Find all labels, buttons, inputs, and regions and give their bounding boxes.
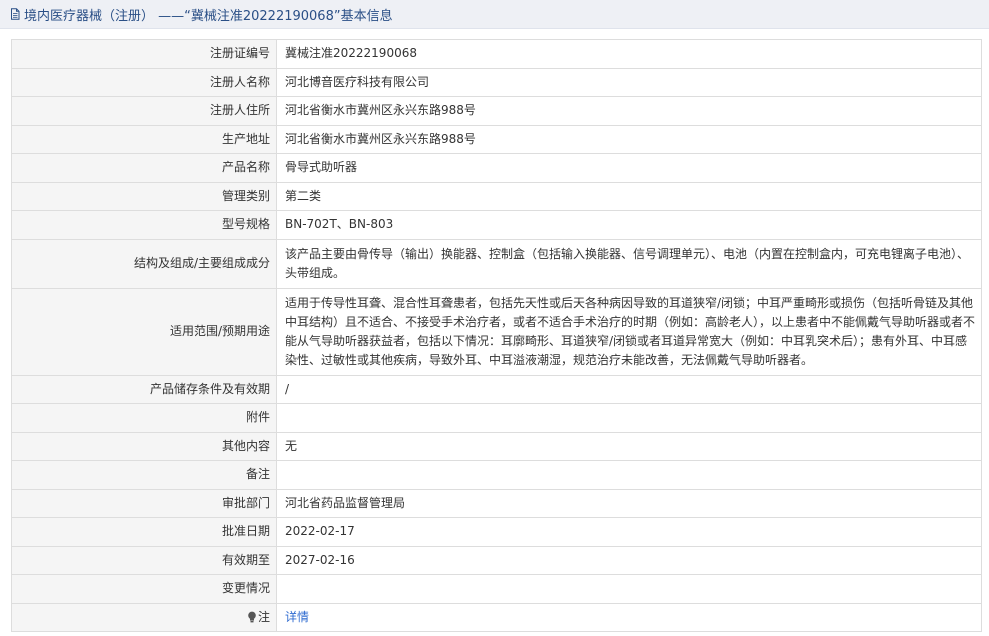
- table-row: 注册证编号 冀械注准20222190068: [11, 39, 982, 69]
- field-value: 河北省衡水市冀州区永兴东路988号: [276, 96, 982, 126]
- table-row: 产品储存条件及有效期 /: [11, 374, 982, 404]
- field-label: 管理类别: [11, 181, 277, 211]
- field-label: 注册证编号: [11, 39, 277, 69]
- document-icon: [9, 8, 21, 20]
- field-value: 骨导式助听器: [276, 153, 982, 183]
- field-label: 产品名称: [11, 153, 277, 183]
- field-value: 第二类: [276, 181, 982, 211]
- field-label: 备注: [11, 460, 277, 490]
- table-row: 注册人住所 河北省衡水市冀州区永兴东路988号: [11, 96, 982, 126]
- table-row: 备注: [11, 460, 982, 490]
- details-link[interactable]: 详情: [285, 610, 309, 624]
- field-label: 批准日期: [11, 517, 277, 547]
- field-value: 河北博音医疗科技有限公司: [276, 67, 982, 97]
- table-row: 其他内容 无: [11, 431, 982, 461]
- field-value: [276, 460, 982, 490]
- table-row: 生产地址 河北省衡水市冀州区永兴东路988号: [11, 124, 982, 154]
- field-label: 型号规格: [11, 210, 277, 240]
- table-row: 型号规格 BN-702T、BN-803: [11, 210, 982, 240]
- field-label: 附件: [11, 403, 277, 433]
- table-row: 变更情况: [11, 574, 982, 604]
- field-value: [276, 403, 982, 433]
- info-table: 注册证编号 冀械注准20222190068 注册人名称 河北博音医疗科技有限公司…: [11, 39, 982, 632]
- table-row: 注册人名称 河北博音医疗科技有限公司: [11, 67, 982, 97]
- field-value: 无: [276, 431, 982, 461]
- note-label: 注: [257, 609, 270, 624]
- info-sheet: 注册证编号 冀械注准20222190068 注册人名称 河北博音医疗科技有限公司…: [11, 39, 982, 632]
- table-row: 管理类别 第二类: [11, 181, 982, 211]
- field-value: 该产品主要由骨传导（输出）换能器、控制盒（包括输入换能器、信号调理单元）、电池（…: [276, 238, 982, 289]
- lightbulb-icon: [247, 611, 257, 623]
- table-row: 批准日期 2022-02-17: [11, 517, 982, 547]
- field-label: 注册人住所: [11, 96, 277, 126]
- table-row: 结构及组成/主要组成成分 该产品主要由骨传导（输出）换能器、控制盒（包括输入换能…: [11, 238, 982, 289]
- field-value: BN-702T、BN-803: [276, 210, 982, 240]
- field-value: [276, 574, 982, 604]
- table-row: 审批部门 河北省药品监督管理局: [11, 488, 982, 518]
- field-label: 适用范围/预期用途: [11, 287, 277, 376]
- field-label: 审批部门: [11, 488, 277, 518]
- field-value: 河北省衡水市冀州区永兴东路988号: [276, 124, 982, 154]
- field-label: 产品储存条件及有效期: [11, 374, 277, 404]
- field-value: 河北省药品监督管理局: [276, 488, 982, 518]
- field-value: /: [276, 374, 982, 404]
- table-row: 产品名称 骨导式助听器: [11, 153, 982, 183]
- page-header: 境内医疗器械（注册） ——“冀械注准20222190068”基本信息: [0, 0, 989, 29]
- page-title: 境内医疗器械（注册） ——“冀械注准20222190068”基本信息: [24, 8, 393, 24]
- note-value: 详情: [276, 602, 982, 632]
- table-row: 有效期至 2027-02-16: [11, 545, 982, 575]
- field-label: 注册人名称: [11, 67, 277, 97]
- table-row: 附件: [11, 403, 982, 433]
- field-label: 变更情况: [11, 574, 277, 604]
- table-row: 适用范围/预期用途 适用于传导性耳聋、混合性耳聋患者，包括先天性或后天各种病因导…: [11, 287, 982, 376]
- note-label-cell: 注: [11, 602, 277, 632]
- field-label: 有效期至: [11, 545, 277, 575]
- note-row: 注 详情: [11, 602, 982, 632]
- field-label: 结构及组成/主要组成成分: [11, 238, 277, 289]
- field-value: 2022-02-17: [276, 517, 982, 547]
- field-value: 适用于传导性耳聋、混合性耳聋患者，包括先天性或后天各种病因导致的耳道狭窄/闭锁；…: [276, 287, 982, 376]
- field-value: 冀械注准20222190068: [276, 39, 982, 69]
- field-value: 2027-02-16: [276, 545, 982, 575]
- field-label: 生产地址: [11, 124, 277, 154]
- field-label: 其他内容: [11, 431, 277, 461]
